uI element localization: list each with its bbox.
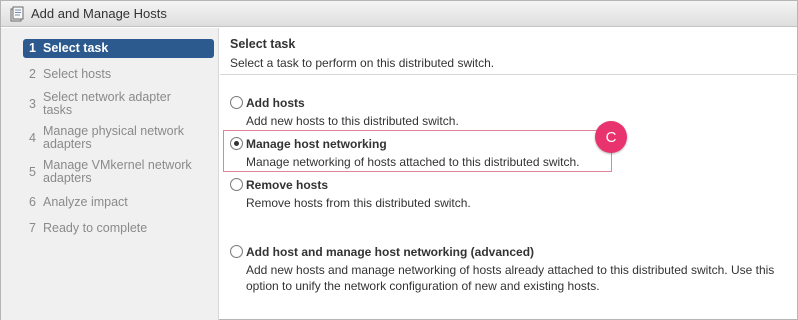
step-select-task[interactable]: 1 Select task (23, 39, 214, 58)
step-number: 4 (29, 131, 36, 145)
option-title: Add hosts (246, 96, 305, 110)
page-title: Select task (230, 37, 296, 51)
step-label: Select hosts (43, 67, 112, 81)
manage-host-networking-radio[interactable] (230, 137, 243, 150)
option-description: Add new hosts and manage networking of h… (246, 263, 775, 293)
remove-hosts-radio[interactable] (230, 178, 243, 191)
callout-badge: C (595, 121, 627, 153)
step-number: 2 (29, 67, 36, 81)
option-description: Remove hosts from this distributed switc… (246, 196, 471, 210)
window-title: Add and Manage Hosts (31, 6, 167, 21)
option-description: Add new hosts to this distributed switch… (246, 114, 459, 128)
step-select-network-adapter-tasks: 3 Select network adapter tasks (29, 91, 199, 117)
step-label: Select task (43, 41, 109, 55)
option-remove-hosts[interactable]: Remove hosts Remove hosts from this dist… (230, 178, 790, 212)
wizard-icon (9, 6, 25, 22)
step-number: 5 (29, 165, 36, 179)
title-bar: Add and Manage Hosts (1, 1, 797, 27)
wizard-steps-sidebar: 1 Select task 2 Select hosts 3 Select ne… (1, 28, 219, 320)
option-manage-host-networking[interactable]: Manage host networking Manage networking… (230, 137, 790, 171)
option-title: Add host and manage host networking (adv… (246, 245, 535, 259)
step-number: 1 (29, 41, 36, 55)
page-subtitle: Select a task to perform on this distrib… (230, 56, 495, 70)
step-analyze-impact: 6 Analyze impact (29, 196, 215, 209)
step-number: 3 (29, 97, 36, 111)
add-hosts-radio[interactable] (230, 96, 243, 109)
option-description: Manage networking of hosts attached to t… (246, 155, 580, 169)
step-select-hosts: 2 Select hosts (29, 68, 215, 81)
step-number: 7 (29, 221, 36, 235)
step-label: Ready to complete (43, 221, 148, 235)
step-manage-vmkernel-network-adapters: 5 Manage VMkernel network adapters (29, 159, 199, 185)
option-title: Manage host networking (246, 137, 387, 151)
step-manage-physical-network-adapters: 4 Manage physical network adapters (29, 125, 199, 151)
add-host-and-manage-networking-radio[interactable] (230, 245, 243, 258)
wizard-content: Select task Select a task to perform on … (220, 28, 798, 320)
step-label: Manage VMkernel network adapters (43, 158, 192, 185)
step-number: 6 (29, 195, 36, 209)
step-label: Select network adapter tasks (43, 90, 171, 117)
option-title: Remove hosts (246, 178, 329, 192)
option-add-host-and-manage-networking[interactable]: Add host and manage host networking (adv… (230, 245, 790, 295)
step-ready-to-complete: 7 Ready to complete (29, 222, 215, 235)
page-header: Select task Select a task to perform on … (220, 28, 798, 75)
wizard-window: Add and Manage Hosts 1 Select task 2 Sel… (0, 0, 798, 320)
step-label: Manage physical network adapters (43, 124, 185, 151)
step-label: Analyze impact (43, 195, 128, 209)
option-add-hosts[interactable]: Add hosts Add new hosts to this distribu… (230, 96, 790, 130)
